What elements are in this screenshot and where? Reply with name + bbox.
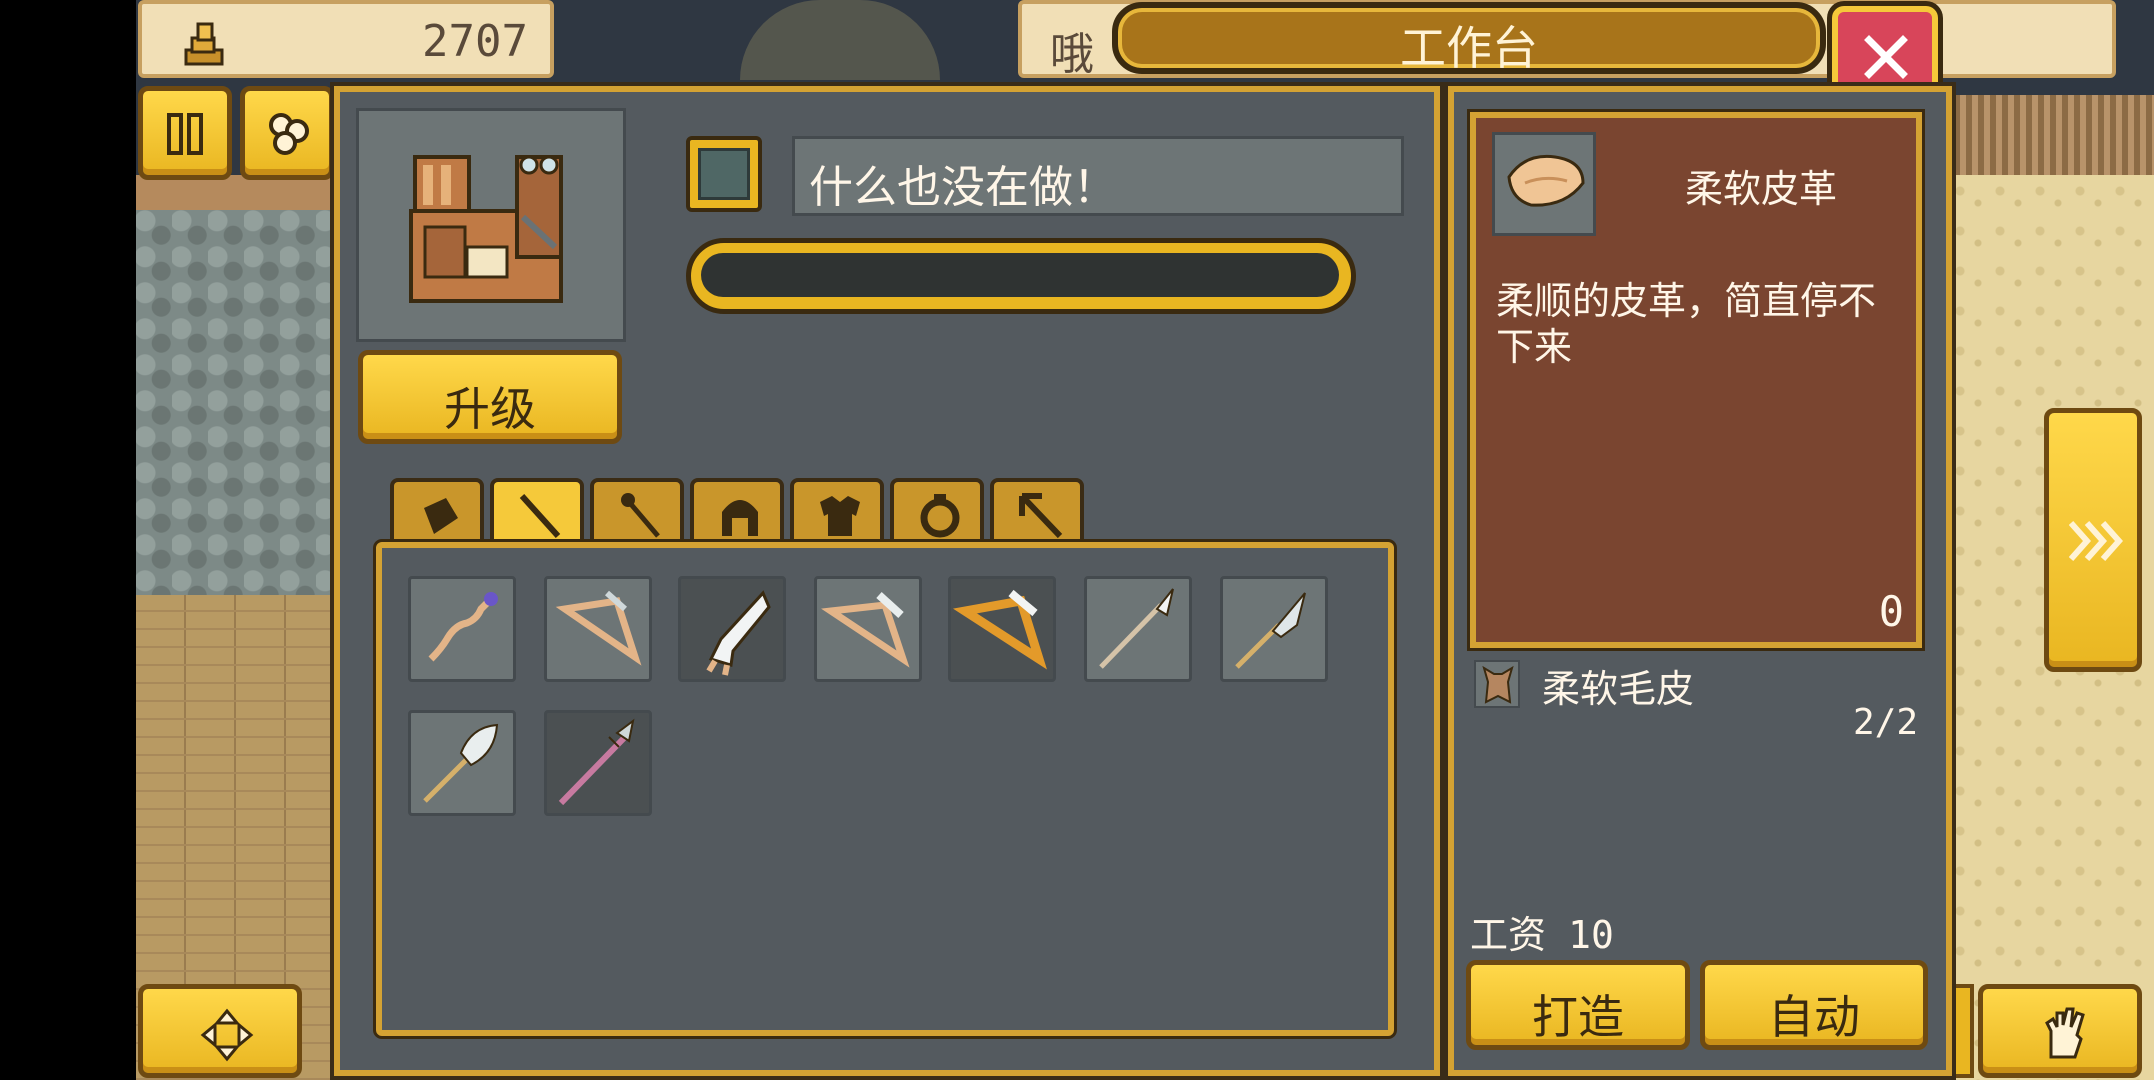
owned-count: 0 [1878,587,1904,636]
recipe-slot[interactable] [678,576,786,682]
tab-wands[interactable] [590,478,684,546]
close-icon [1864,35,1908,79]
armor-icon [820,496,860,536]
twisted-staff-icon [428,592,498,662]
category-tabs [390,478,1100,546]
wage-row: 工资 10 [1470,904,1614,959]
recipe-slot[interactable] [1084,576,1192,682]
item-card: 柔软皮革 柔顺的皮革，简直停不下来 0 [1470,112,1922,648]
workbench-image-frame [356,108,626,342]
leather-icon [1507,154,1585,207]
claw-blade-icon [706,590,771,676]
stone-floor [136,210,336,595]
pause-button[interactable] [138,86,232,180]
workbench-icon [409,155,563,303]
wage-value: 10 [1568,913,1614,957]
item-description: 柔顺的皮革，简直停不下来 [1496,279,1877,369]
pause-icon [167,113,203,155]
social-button[interactable] [240,86,334,180]
spear-icon [1099,588,1174,669]
golden-bow-icon [952,589,1047,670]
craft-button[interactable]: 打造 [1466,960,1690,1050]
recipe-slot[interactable] [408,576,516,682]
bow-icon [555,590,642,666]
progress-bar [686,238,1356,314]
next-panel-button[interactable] [2044,408,2142,672]
tab-helmets[interactable] [690,478,784,546]
coins-icon [184,22,224,66]
tab-armor[interactable] [790,478,884,546]
recipe-slot[interactable] [408,710,516,816]
status-text: 什么也没在做！ [809,162,1117,213]
upgrade-button[interactable]: 升级 [358,350,622,444]
bow-icon [821,592,910,668]
helmet-icon [722,500,758,536]
halberd-icon [558,718,635,806]
title-bar: 工作台 [1112,2,1826,75]
recipe-slot[interactable] [544,710,652,816]
fast-forward-icon [2069,521,2123,561]
glaive-icon [1235,592,1306,669]
move-arrows-icon [200,1008,254,1062]
item-icon-frame [1492,132,1596,236]
floor-strip [136,175,336,210]
tab-staves[interactable] [490,478,584,546]
ring-icon [920,494,960,538]
ingredient-count: 2/2 [1852,702,1918,743]
hand-icon [2045,1007,2085,1059]
partial-label: 哦 [1050,29,1094,80]
fence [1948,95,2154,175]
material-icon [424,498,458,534]
ingredient-icon-frame [1474,660,1520,708]
status-indicator-frame [686,136,762,212]
wage-label: 工资 [1470,913,1547,957]
shovel-spear-icon [423,723,499,803]
staff-icon [519,493,561,539]
recipe-slot[interactable] [948,576,1056,682]
coin-count: 2707 [422,16,528,67]
pickaxe-icon [1019,493,1063,539]
tab-tools[interactable] [990,478,1084,546]
status-text-box: 什么也没在做！ [792,136,1404,216]
auto-craft-button[interactable]: 自动 [1700,960,1928,1050]
wand-icon [621,493,660,538]
ingredient-name: 柔软毛皮 [1542,667,1695,711]
tab-rings[interactable] [890,478,984,546]
fur-icon [1482,665,1514,704]
progress-track [701,253,1339,297]
page-title: 工作台 [1400,21,1538,75]
tab-materials[interactable] [390,478,484,546]
craft-button-label: 打造 [1532,990,1624,1044]
button-edge [1950,984,1974,1078]
recipe-slot[interactable] [544,576,652,682]
hand-button[interactable] [1978,984,2142,1078]
item-name: 柔软皮革 [1684,167,1837,211]
status-indicator [698,148,750,200]
move-button[interactable] [138,984,302,1078]
upgrade-button-label: 升级 [444,382,536,436]
people-icon [269,113,309,155]
recipe-slot[interactable] [814,576,922,682]
recipe-slot[interactable] [1220,576,1328,682]
coin-bar: 2707 [138,0,554,78]
auto-button-label: 自动 [1768,990,1860,1044]
